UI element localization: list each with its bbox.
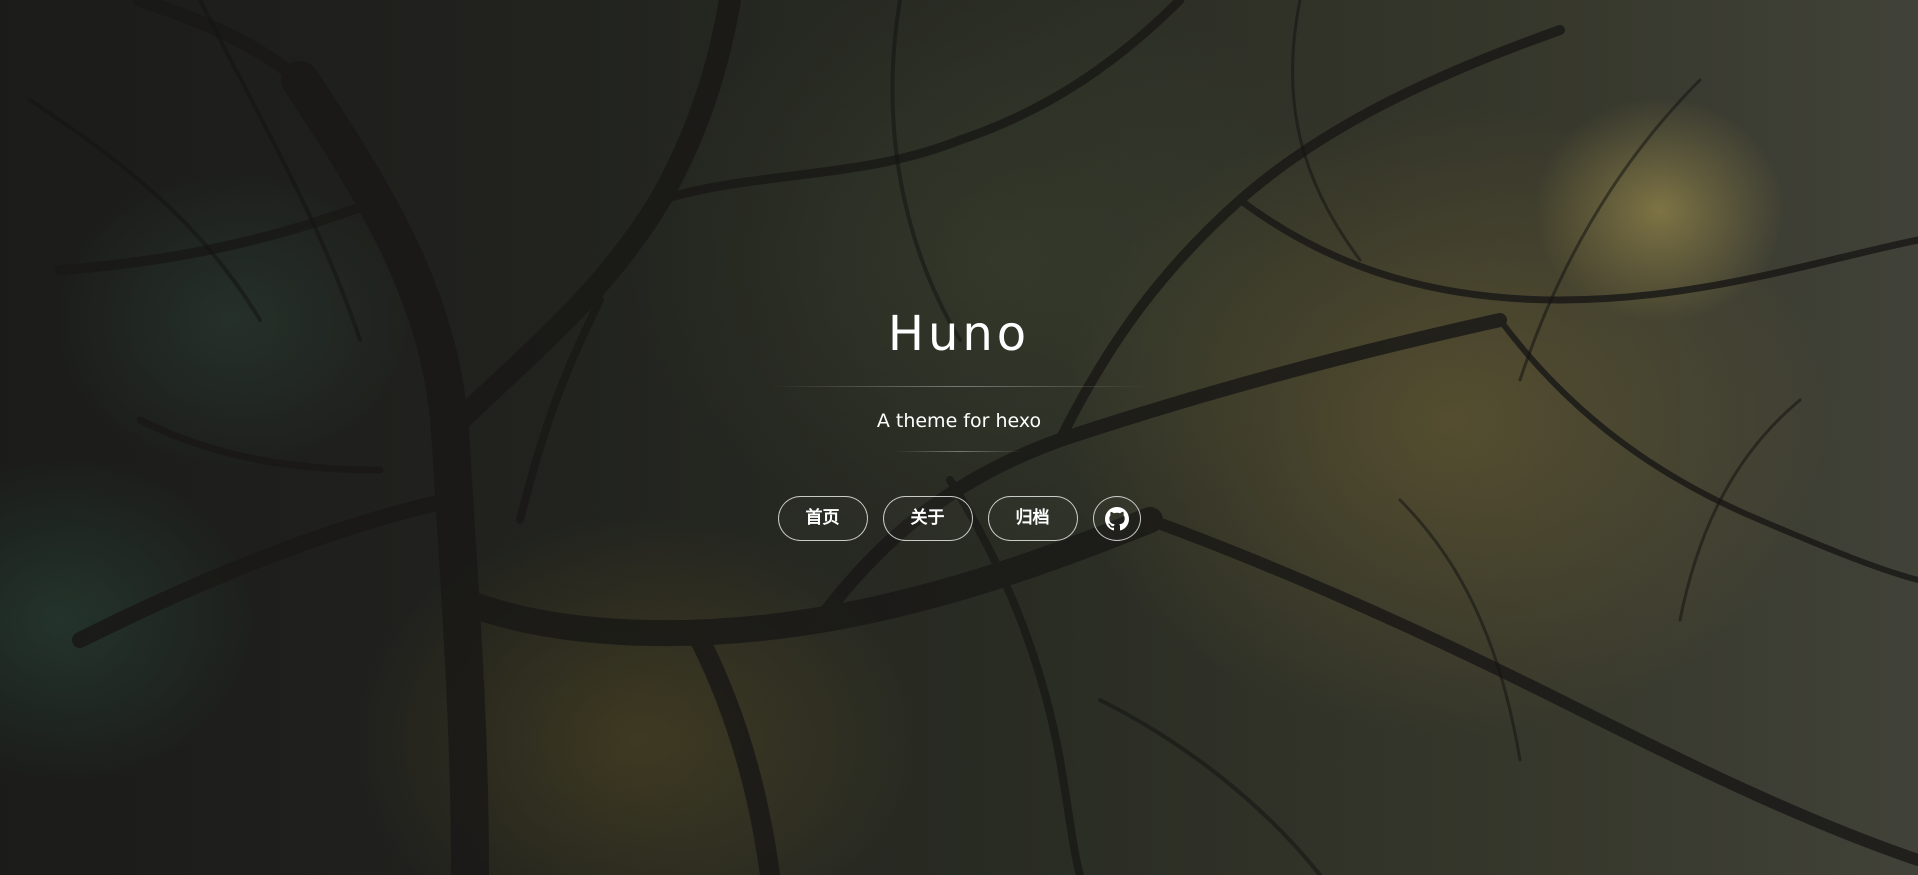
- title-divider: [769, 386, 1149, 387]
- nav-github-button[interactable]: [1092, 496, 1141, 541]
- nav-home-button[interactable]: 首页: [777, 496, 868, 541]
- github-icon: [1104, 506, 1129, 530]
- site-subtitle: A theme for hexo: [876, 410, 1042, 432]
- page: Huno A theme for hexo 首页 关于 归档: [0, 0, 1918, 875]
- subtitle-divider: [894, 451, 1024, 452]
- main-nav: 首页 关于 归档: [0, 496, 1918, 541]
- site-title: Huno: [887, 306, 1031, 362]
- nav-about-button[interactable]: 关于: [882, 496, 973, 541]
- site-header: Huno A theme for hexo 首页 关于 归档: [0, 300, 1918, 541]
- nav-archive-button[interactable]: 归档: [987, 496, 1078, 541]
